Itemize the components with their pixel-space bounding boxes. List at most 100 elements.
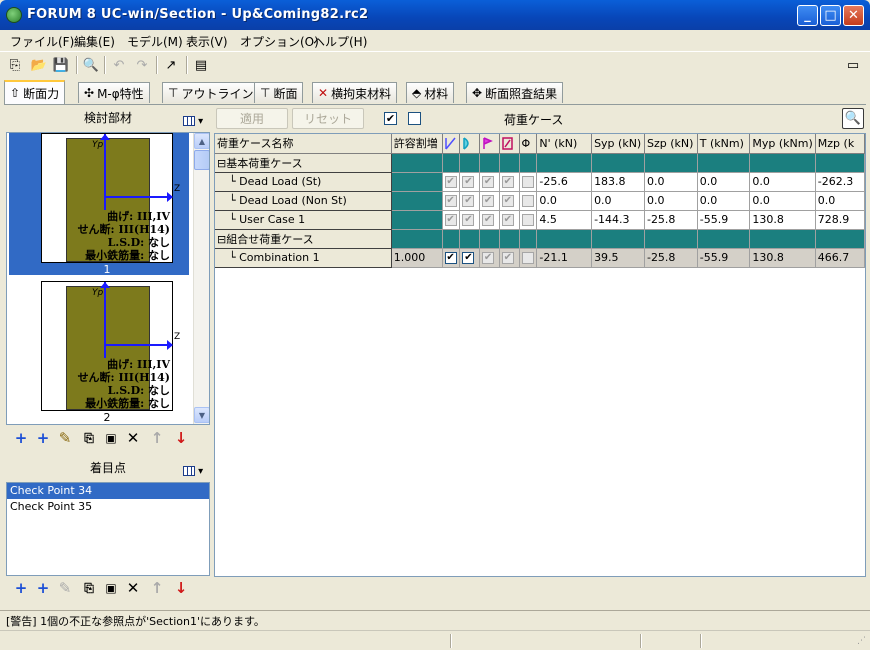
case-checkbox[interactable]: ✔	[444, 195, 457, 207]
print-preview-icon[interactable]: 🔍	[82, 56, 100, 74]
move-up-icon[interactable]: ↑	[148, 429, 166, 447]
case-checkbox[interactable]	[521, 252, 534, 264]
menu-options[interactable]: オプション(O)	[240, 33, 319, 50]
cell[interactable]: -55.9	[697, 210, 751, 230]
col-header[interactable]: Myp (kNm)	[749, 134, 816, 154]
check-point-list[interactable]: Check Point 34 Check Point 35	[6, 482, 210, 576]
menu-file[interactable]: ファイル(F)	[10, 33, 74, 50]
preview-icon[interactable]: 🔍	[842, 108, 864, 129]
cell[interactable]: 0.0	[749, 191, 816, 211]
copy-icon[interactable]: ⎘	[80, 429, 98, 447]
cell[interactable]: -144.3	[591, 210, 645, 230]
calculate-icon[interactable]: ↗	[162, 56, 180, 74]
cell[interactable]: 0.0	[536, 191, 593, 211]
case-checkbox[interactable]: ✔	[462, 252, 475, 264]
cell[interactable]: 130.8	[749, 210, 816, 230]
allowance-cell[interactable]: 1.000	[391, 248, 443, 268]
tab-lateral-restraint[interactable]: ✕ 横拘束材料	[312, 82, 398, 103]
member-list-scrollbar[interactable]: ▲ ▼	[193, 133, 209, 424]
col-header[interactable]: Szp (kN)	[644, 134, 698, 154]
case-checkbox[interactable]: ✔	[444, 214, 457, 226]
col-header[interactable]	[459, 134, 481, 154]
scroll-down-icon[interactable]: ▼	[194, 407, 209, 423]
list-item[interactable]: Check Point 34	[7, 483, 209, 499]
list-item[interactable]: Check Point 35	[7, 499, 209, 515]
keyboard-icon[interactable]: ▭	[844, 56, 862, 74]
case-checkbox[interactable]	[521, 176, 534, 188]
col-header[interactable]: Mzp (k	[815, 134, 865, 154]
points-view-button[interactable]: ▾	[182, 461, 204, 477]
allowance-cell[interactable]	[391, 210, 443, 230]
delete-icon[interactable]: ✕	[124, 579, 142, 597]
cell[interactable]: -25.6	[536, 172, 593, 192]
cell[interactable]: 4.5	[536, 210, 593, 230]
redo-icon[interactable]: ↷	[133, 56, 151, 74]
copy-icon[interactable]: ⎘	[80, 579, 98, 597]
cell[interactable]: 466.7	[815, 248, 865, 268]
undo-icon[interactable]: ↶	[110, 56, 128, 74]
uncheck-all-checkbox[interactable]	[408, 112, 421, 125]
col-header[interactable]	[499, 134, 520, 154]
cell[interactable]: 0.0	[697, 172, 751, 192]
add-icon[interactable]: +	[12, 429, 30, 447]
table-row[interactable]: └ User Case 1 ✔ ✔ ✔ ✔ 4.5 -144.3 -25.8 -…	[215, 210, 865, 230]
section-thumbnail-2[interactable]: Yp Z 曲げ: III,IV せん断: III(H14) L.S.D: なし …	[9, 281, 189, 424]
cell[interactable]: -262.3	[815, 172, 865, 192]
case-checkbox[interactable]: ✔	[444, 176, 457, 188]
scroll-thumb[interactable]	[194, 150, 209, 170]
case-checkbox[interactable]: ✔	[462, 214, 475, 226]
case-checkbox[interactable]: ✔	[462, 195, 475, 207]
case-checkbox[interactable]: ✔	[482, 214, 495, 226]
tab-section[interactable]: ⊤ 断面	[254, 82, 304, 103]
edit-icon[interactable]: ✎	[56, 579, 74, 597]
apply-button[interactable]: 適用	[216, 108, 288, 129]
case-checkbox[interactable]: ✔	[501, 176, 514, 188]
col-header[interactable]: 荷重ケース名称	[215, 134, 392, 154]
allowance-cell[interactable]	[391, 172, 443, 192]
scroll-up-icon[interactable]: ▲	[194, 133, 209, 149]
cell[interactable]: 0.0	[644, 191, 698, 211]
cell[interactable]: 0.0	[644, 172, 698, 192]
paste-icon[interactable]: ▣	[102, 579, 120, 597]
cell[interactable]: 39.5	[591, 248, 645, 268]
close-button[interactable]: ✕	[843, 5, 864, 26]
new-model-icon[interactable]: ⎘	[6, 56, 24, 74]
menu-model[interactable]: モデル(M)	[127, 33, 183, 50]
table-row[interactable]: └ Dead Load (Non St) ✔ ✔ ✔ ✔ 0.0 0.0 0.0…	[215, 191, 865, 211]
cell[interactable]: 183.8	[591, 172, 645, 192]
tab-material[interactable]: ⬘ 材料	[406, 82, 455, 103]
save-icon[interactable]: 💾	[52, 56, 70, 74]
add-icon[interactable]: +	[12, 579, 30, 597]
tab-check-result[interactable]: ✥ 断面照査結果	[466, 82, 564, 103]
move-up-icon[interactable]: ↑	[148, 579, 166, 597]
open-folder-icon[interactable]: 📂	[30, 56, 48, 74]
insert-icon[interactable]: +	[34, 429, 52, 447]
reset-button[interactable]: リセット	[292, 108, 364, 129]
cell[interactable]: 0.0	[749, 172, 816, 192]
paste-icon[interactable]: ▣	[102, 429, 120, 447]
minimize-button[interactable]: _	[797, 5, 818, 26]
col-header[interactable]	[479, 134, 500, 154]
case-checkbox[interactable]: ✔	[482, 252, 495, 264]
case-checkbox[interactable]: ✔	[482, 176, 495, 188]
case-checkbox[interactable]: ✔	[482, 195, 495, 207]
member-list[interactable]: Yp Z 曲げ: III,IV せん断: III(H14) L.S.D: なし …	[6, 132, 210, 425]
menu-edit[interactable]: 編集(E)	[74, 33, 115, 50]
report-icon[interactable]: ▤	[192, 56, 210, 74]
edit-icon[interactable]: ✎	[56, 429, 74, 447]
case-checkbox[interactable]: ✔	[501, 214, 514, 226]
col-header[interactable]: 許容割増	[391, 134, 443, 154]
col-header[interactable]	[442, 134, 461, 154]
cell[interactable]: 130.8	[749, 248, 816, 268]
check-all-checkbox[interactable]: ✔	[384, 112, 397, 125]
members-view-button[interactable]: ▾	[182, 111, 204, 127]
delete-icon[interactable]: ✕	[124, 429, 142, 447]
case-checkbox[interactable]: ✔	[444, 252, 457, 264]
maximize-button[interactable]: □	[820, 5, 841, 26]
table-row[interactable]: └ Dead Load (St) ✔ ✔ ✔ ✔ -25.6 183.8 0.0…	[215, 172, 865, 192]
cell[interactable]: -25.8	[644, 248, 698, 268]
case-checkbox[interactable]: ✔	[462, 176, 475, 188]
allowance-cell[interactable]	[391, 191, 443, 211]
tab-outline[interactable]: ⊤ アウトライン	[162, 82, 260, 103]
case-checkbox[interactable]	[521, 214, 534, 226]
